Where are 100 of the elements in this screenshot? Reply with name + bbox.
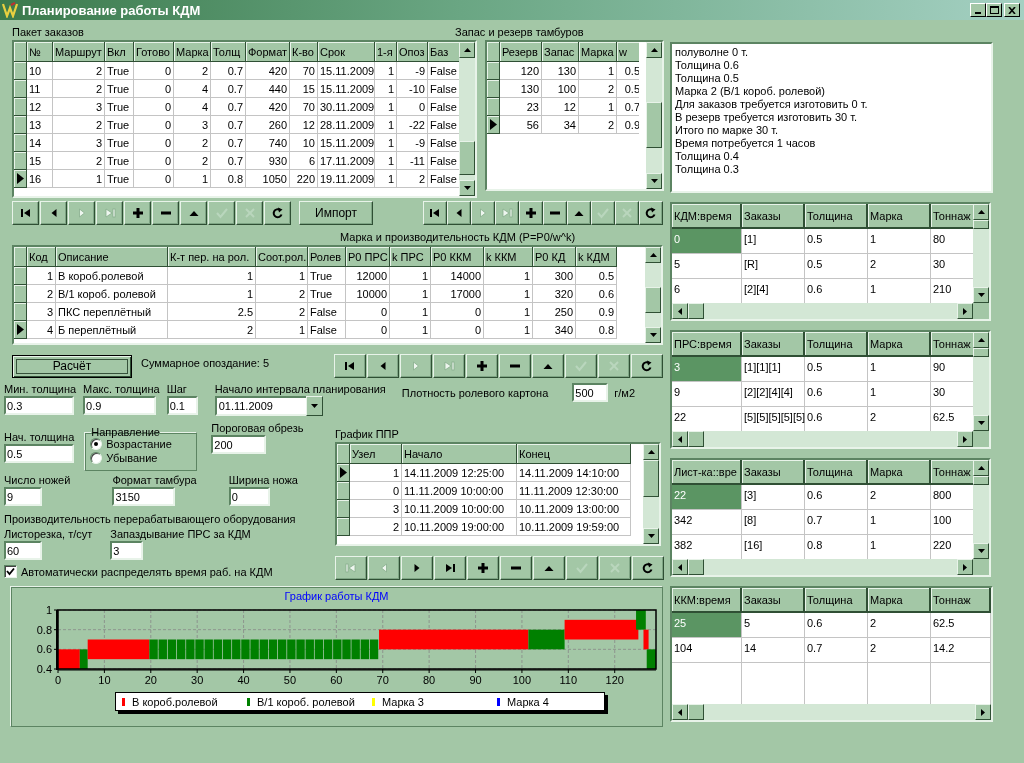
radio-button[interactable] bbox=[90, 438, 103, 450]
checkbox[interactable] bbox=[4, 565, 17, 578]
column-header[interactable]: Тоннаж bbox=[931, 460, 973, 485]
horizontal-scrollbar[interactable] bbox=[672, 559, 989, 575]
row-indicator[interactable] bbox=[14, 152, 27, 170]
radio-label[interactable]: Возрастание bbox=[106, 438, 172, 450]
column-header[interactable]: Соот.рол. bbox=[256, 247, 308, 267]
scrollbar-thumb[interactable] bbox=[688, 431, 704, 447]
column-header[interactable]: Заказы bbox=[742, 332, 805, 357]
step-field[interactable]: 0.1 bbox=[166, 396, 198, 415]
column-header[interactable]: Формат bbox=[246, 42, 290, 62]
scroll-left-button[interactable] bbox=[672, 431, 688, 447]
delete-button[interactable] bbox=[499, 354, 531, 378]
column-header[interactable]: Тоннаж bbox=[931, 332, 973, 357]
horizontal-scrollbar[interactable] bbox=[672, 303, 989, 319]
scroll-down-button[interactable] bbox=[459, 180, 475, 196]
row-indicator[interactable] bbox=[337, 482, 350, 500]
row-indicator[interactable] bbox=[487, 80, 500, 98]
scrollbar-thumb[interactable] bbox=[688, 704, 704, 720]
scroll-left-button[interactable] bbox=[672, 303, 688, 319]
scroll-down-button[interactable] bbox=[643, 528, 659, 544]
refresh-button[interactable] bbox=[264, 201, 291, 225]
scroll-right-button[interactable] bbox=[957, 303, 973, 319]
column-header[interactable]: Запас bbox=[542, 42, 579, 62]
column-header[interactable]: P0 ПРС bbox=[346, 247, 390, 267]
column-header[interactable]: k КДМ bbox=[576, 247, 617, 267]
column-header[interactable]: Толщина bbox=[805, 204, 868, 229]
checkbox-label[interactable]: Автоматически распределять время раб. на КДМ bbox=[21, 565, 273, 578]
scroll-right-button[interactable] bbox=[975, 704, 991, 720]
scroll-down-button[interactable] bbox=[973, 543, 989, 559]
column-header[interactable]: P0 КД bbox=[533, 247, 576, 267]
insert-button[interactable] bbox=[124, 201, 151, 225]
column-header[interactable]: КДМ:время bbox=[672, 204, 742, 229]
scroll-left-button[interactable] bbox=[672, 704, 688, 720]
row-indicator[interactable] bbox=[14, 98, 27, 116]
vertical-scrollbar[interactable] bbox=[643, 444, 659, 544]
column-header[interactable]: Описание bbox=[56, 247, 168, 267]
knives-field[interactable]: 9 bbox=[4, 487, 42, 506]
date-field[interactable]: 01.11.2009 bbox=[214, 396, 306, 416]
trim-threshold-field[interactable]: 200 bbox=[211, 435, 267, 454]
column-header[interactable]: Резерв bbox=[500, 42, 542, 62]
scrollbar-thumb[interactable] bbox=[688, 303, 704, 319]
column-header[interactable]: К-во bbox=[290, 42, 318, 62]
last-record-button[interactable] bbox=[434, 556, 466, 580]
reel-format-field[interactable]: 3150 bbox=[112, 487, 176, 506]
column-header[interactable]: Готово bbox=[134, 42, 174, 62]
row-indicator[interactable] bbox=[14, 267, 27, 285]
row-indicator[interactable] bbox=[487, 62, 500, 80]
column-header[interactable]: w bbox=[617, 42, 639, 62]
column-header[interactable]: ПРС:время bbox=[672, 332, 742, 357]
scroll-up-button[interactable] bbox=[459, 42, 475, 58]
density-field[interactable]: 500 bbox=[572, 383, 609, 402]
prior-record-button[interactable] bbox=[447, 201, 471, 225]
column-header[interactable]: Маршрут bbox=[53, 42, 105, 62]
column-header[interactable]: Толщ bbox=[211, 42, 246, 62]
column-header[interactable]: Заказы bbox=[742, 460, 805, 485]
scroll-down-button[interactable] bbox=[646, 173, 662, 189]
scroll-up-button[interactable] bbox=[973, 460, 989, 476]
column-header[interactable]: Марка bbox=[868, 204, 931, 229]
column-header[interactable]: Марка bbox=[868, 588, 931, 613]
row-indicator[interactable] bbox=[14, 321, 27, 339]
column-header[interactable]: Марка bbox=[579, 42, 617, 62]
insert-button[interactable] bbox=[519, 201, 543, 225]
column-header[interactable]: Вкл bbox=[105, 42, 134, 62]
delete-button[interactable] bbox=[152, 201, 179, 225]
row-indicator[interactable] bbox=[337, 518, 350, 536]
next-record-button[interactable] bbox=[401, 556, 433, 580]
column-header[interactable]: k ККМ bbox=[484, 247, 533, 267]
column-header[interactable]: Код bbox=[27, 247, 56, 267]
scrollbar-thumb[interactable] bbox=[973, 476, 989, 486]
maximize-button[interactable] bbox=[986, 3, 1002, 17]
scrollbar-thumb[interactable] bbox=[645, 287, 661, 313]
row-indicator[interactable] bbox=[487, 98, 500, 116]
knife-width-field[interactable]: 0 bbox=[228, 487, 270, 506]
delete-button[interactable] bbox=[500, 556, 532, 580]
column-header[interactable]: К-т пер. на рол. bbox=[168, 247, 256, 267]
vertical-scrollbar[interactable] bbox=[646, 42, 662, 189]
row-indicator[interactable] bbox=[14, 80, 27, 98]
vertical-scrollbar[interactable] bbox=[973, 460, 989, 559]
horizontal-scrollbar[interactable] bbox=[672, 431, 989, 447]
column-header[interactable]: Тоннаж bbox=[931, 204, 973, 229]
column-header[interactable]: Опоз bbox=[397, 42, 428, 62]
radio-label[interactable]: Убывание bbox=[106, 452, 158, 464]
row-indicator[interactable] bbox=[14, 116, 27, 134]
horizontal-scrollbar[interactable] bbox=[672, 704, 991, 720]
column-header[interactable]: Тоннаж bbox=[931, 588, 991, 613]
scrollbar-thumb[interactable] bbox=[646, 101, 662, 148]
row-indicator[interactable] bbox=[337, 500, 350, 518]
column-header[interactable]: Лист-ка::вре bbox=[672, 460, 742, 485]
row-indicator[interactable] bbox=[14, 170, 27, 188]
row-indicator[interactable] bbox=[337, 464, 350, 482]
scroll-left-button[interactable] bbox=[672, 559, 688, 575]
column-header[interactable]: Узел bbox=[350, 444, 402, 464]
scrollbar-thumb[interactable] bbox=[688, 559, 704, 575]
insert-button[interactable] bbox=[467, 556, 499, 580]
vertical-scrollbar[interactable] bbox=[973, 332, 989, 431]
prs-delay-field[interactable]: 3 bbox=[110, 541, 144, 560]
scrollbar-thumb[interactable] bbox=[973, 348, 989, 358]
scroll-right-button[interactable] bbox=[957, 559, 973, 575]
delete-button[interactable] bbox=[543, 201, 567, 225]
